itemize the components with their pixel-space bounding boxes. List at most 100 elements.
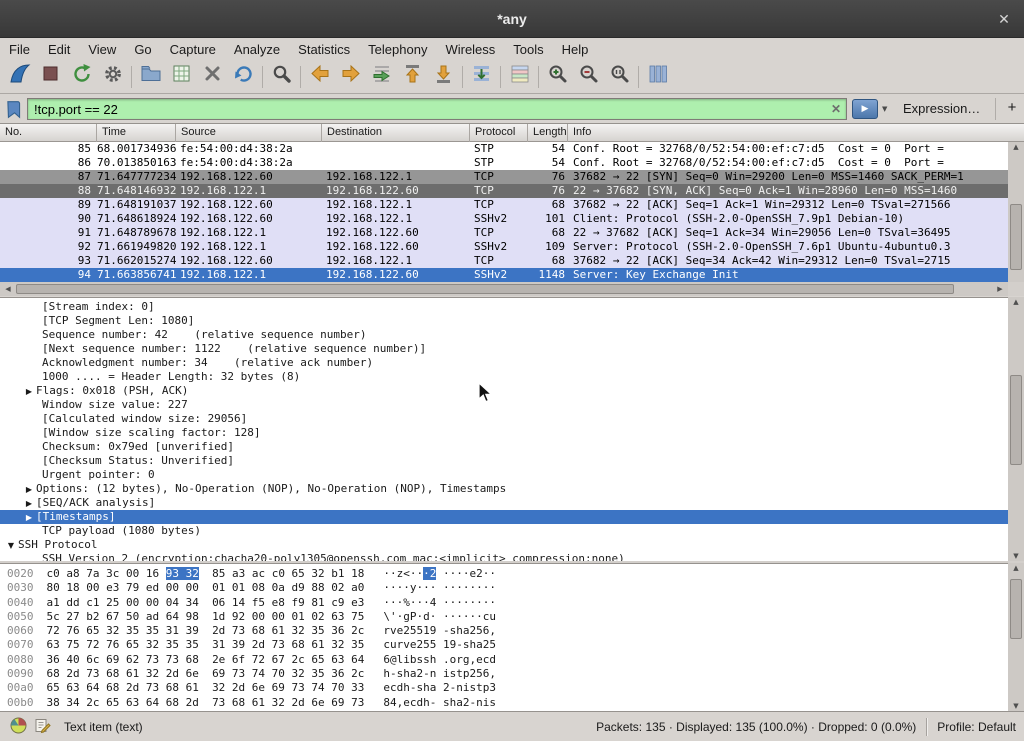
go-to-packet-button[interactable] xyxy=(366,63,397,91)
zoom-in-button[interactable] xyxy=(542,63,573,91)
detail-flags[interactable]: ▶Flags: 0x018 (PSH, ACK) xyxy=(0,384,1008,398)
scroll-down-icon[interactable]: ▼ xyxy=(1008,552,1024,560)
column-header-time[interactable]: Time xyxy=(97,124,176,142)
packet-row-89[interactable]: 8971.648191037192.168.122.60192.168.122.… xyxy=(0,198,1008,212)
start-capture-button[interactable] xyxy=(4,63,35,91)
hex-row-00b0[interactable]: 00b038 34 2c 65 63 64 68 2d 73 68 61 32 … xyxy=(0,696,1008,710)
go-forward-button[interactable] xyxy=(335,63,366,91)
detail-ssh-protocol[interactable]: ▼SSH Protocol xyxy=(0,538,1008,552)
close-file-button[interactable] xyxy=(197,63,228,91)
menu-analyze[interactable]: Analyze xyxy=(225,40,289,59)
column-header-source[interactable]: Source xyxy=(176,124,322,142)
packet-row-88[interactable]: 8871.648146932192.168.122.1192.168.122.6… xyxy=(0,184,1008,198)
details-vscrollbar[interactable]: ▲ ▼ xyxy=(1008,297,1024,561)
hex-row-0040[interactable]: 0040a1 dd c1 25 00 00 04 34 06 14 f5 e8 … xyxy=(0,596,1008,610)
filter-dropdown-icon[interactable]: ▼ xyxy=(882,105,887,113)
reload-file-button[interactable] xyxy=(228,63,259,91)
close-icon[interactable]: ✕ xyxy=(994,9,1014,29)
packet-list-vscrollbar[interactable]: ▲ ▼ xyxy=(1008,142,1024,296)
apply-filter-button[interactable]: ▶ xyxy=(852,99,878,119)
clear-filter-icon[interactable]: ✕ xyxy=(831,102,841,116)
find-packet-button[interactable] xyxy=(266,63,297,91)
packet-row-91[interactable]: 9171.648789678192.168.122.1192.168.122.6… xyxy=(0,226,1008,240)
stop-capture-button[interactable] xyxy=(35,63,66,91)
menu-telephony[interactable]: Telephony xyxy=(359,40,436,59)
colorize-button[interactable] xyxy=(504,63,535,91)
detail-segment-len[interactable]: [TCP Segment Len: 1080] xyxy=(0,314,1008,328)
scroll-up-icon[interactable]: ▲ xyxy=(1008,298,1024,306)
detail-urgent-pointer[interactable]: Urgent pointer: 0 xyxy=(0,468,1008,482)
zoom-100-button[interactable] xyxy=(604,63,635,91)
scroll-up-icon[interactable]: ▲ xyxy=(1008,564,1024,572)
detail-ack-number[interactable]: Acknowledgment number: 34 (relative ack … xyxy=(0,356,1008,370)
detail-timestamps-selected[interactable]: ▶[Timestamps] xyxy=(0,510,1008,524)
scroll-thumb[interactable] xyxy=(16,284,954,294)
restart-capture-button[interactable] xyxy=(66,63,97,91)
menu-tools[interactable]: Tools xyxy=(504,40,552,59)
scroll-right-icon[interactable]: ▶ xyxy=(993,282,1007,296)
column-header-info[interactable]: Info xyxy=(568,124,1008,142)
detail-tcp-payload[interactable]: TCP payload (1080 bytes) xyxy=(0,524,1008,538)
menu-statistics[interactable]: Statistics xyxy=(289,40,359,59)
menu-go[interactable]: Go xyxy=(125,40,160,59)
capture-options-button[interactable] xyxy=(97,63,128,91)
add-filter-button[interactable]: + xyxy=(1003,99,1021,116)
packet-row-94-selected[interactable]: 9471.663856741192.168.122.1192.168.122.6… xyxy=(0,268,1008,282)
detail-sequence-number[interactable]: Sequence number: 42 (relative sequence n… xyxy=(0,328,1008,342)
packet-list-hscrollbar[interactable]: ◀ ▶ xyxy=(0,282,1008,296)
detail-window-scaling[interactable]: [Window size scaling factor: 128] xyxy=(0,426,1008,440)
hex-vscrollbar[interactable]: ▲ ▼ xyxy=(1008,563,1024,711)
menu-edit[interactable]: Edit xyxy=(39,40,79,59)
packet-row-90[interactable]: 9071.648618924192.168.122.60192.168.122.… xyxy=(0,212,1008,226)
expander-icon[interactable]: ▼ xyxy=(4,541,18,550)
scroll-down-icon[interactable]: ▼ xyxy=(1008,702,1024,710)
detail-checksum-status[interactable]: [Checksum Status: Unverified] xyxy=(0,454,1008,468)
display-filter-input[interactable] xyxy=(27,98,847,120)
expression-button[interactable]: Expression… xyxy=(903,101,980,116)
go-to-first-packet-button[interactable] xyxy=(397,63,428,91)
scroll-thumb[interactable] xyxy=(1010,204,1022,270)
detail-calc-window[interactable]: [Calculated window size: 29056] xyxy=(0,412,1008,426)
titlebar[interactable]: *any ✕ xyxy=(0,0,1024,38)
detail-header-length[interactable]: 1000 .... = Header Length: 32 bytes (8) xyxy=(0,370,1008,384)
expander-icon[interactable]: ▶ xyxy=(22,387,36,396)
hex-row-0050[interactable]: 00505c 27 b2 67 50 ad 64 98 1d 92 00 00 … xyxy=(0,610,1008,624)
detail-options[interactable]: ▶Options: (12 bytes), No-Operation (NOP)… xyxy=(0,482,1008,496)
scroll-up-icon[interactable]: ▲ xyxy=(1008,143,1024,151)
open-file-button[interactable] xyxy=(135,63,166,91)
capture-comment-button[interactable] xyxy=(32,717,52,737)
expert-info-button[interactable] xyxy=(8,717,28,737)
hex-row-0080[interactable]: 008036 40 6c 69 62 73 73 68 2e 6f 72 67 … xyxy=(0,653,1008,667)
hex-row-0020[interactable]: 0020c0 a8 7a 3c 00 16 93 32 85 a3 ac c0 … xyxy=(0,567,1008,581)
detail-ssh-version[interactable]: SSH Version 2 (encryption:chacha20-poly1… xyxy=(0,552,1008,561)
packet-row-87[interactable]: 8771.647777234192.168.122.60192.168.122.… xyxy=(0,170,1008,184)
expander-icon[interactable]: ▶ xyxy=(22,499,36,508)
hex-row-00a0[interactable]: 00a065 63 64 68 2d 73 68 61 32 2d 6e 69 … xyxy=(0,681,1008,695)
scroll-thumb[interactable] xyxy=(1010,579,1022,639)
filter-bookmark-button[interactable] xyxy=(4,99,25,120)
status-profile[interactable]: Profile: Default xyxy=(937,720,1016,734)
menu-file[interactable]: File xyxy=(0,40,39,59)
hex-row-0070[interactable]: 007063 75 72 76 65 32 35 35 31 39 2d 73 … xyxy=(0,638,1008,652)
go-back-button[interactable] xyxy=(304,63,335,91)
hex-row-0060[interactable]: 006072 76 65 32 35 35 31 39 2d 73 68 61 … xyxy=(0,624,1008,638)
detail-window-size[interactable]: Window size value: 227 xyxy=(0,398,1008,412)
expander-icon[interactable]: ▶ xyxy=(22,485,36,494)
detail-stream-index[interactable]: [Stream index: 0] xyxy=(0,300,1008,314)
detail-seq-ack-analysis[interactable]: ▶[SEQ/ACK analysis] xyxy=(0,496,1008,510)
column-header-no[interactable]: No. xyxy=(0,124,97,142)
column-header-length[interactable]: Length xyxy=(528,124,568,142)
packet-row-85[interactable]: 8568.001734936fe:54:00:d4:38:2aSTP54Conf… xyxy=(0,142,1008,156)
save-file-button[interactable] xyxy=(166,63,197,91)
hex-row-0090[interactable]: 009068 2d 73 68 61 32 2d 6e 69 73 74 70 … xyxy=(0,667,1008,681)
packet-row-86[interactable]: 8670.013850163fe:54:00:d4:38:2aSTP54Conf… xyxy=(0,156,1008,170)
expander-icon[interactable]: ▶ xyxy=(22,513,36,522)
menu-help[interactable]: Help xyxy=(553,40,598,59)
hex-row-0030[interactable]: 003080 18 00 e3 79 ed 00 00 01 01 08 0a … xyxy=(0,581,1008,595)
scroll-thumb[interactable] xyxy=(1010,375,1022,465)
column-header-protocol[interactable]: Protocol xyxy=(470,124,528,142)
zoom-out-button[interactable] xyxy=(573,63,604,91)
menu-view[interactable]: View xyxy=(79,40,125,59)
menu-wireless[interactable]: Wireless xyxy=(436,40,504,59)
detail-checksum[interactable]: Checksum: 0x79ed [unverified] xyxy=(0,440,1008,454)
